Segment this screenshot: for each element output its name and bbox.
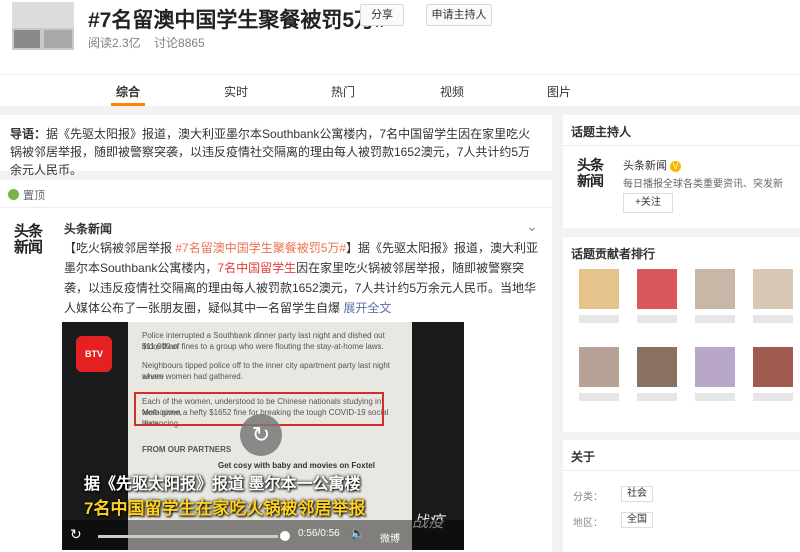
active-tab-indicator <box>111 103 145 106</box>
expand-full-text-link[interactable]: 展开全文 <box>340 301 391 315</box>
post-text: 【吃火锅被邻居举报 #7名留澳中国学生聚餐被罚5万#】据《先驱太阳报》报道，澳大… <box>64 238 544 318</box>
avatar[interactable]: 头条新闻 <box>14 224 54 264</box>
post-text-segment: 【吃火锅被邻居举报 <box>64 241 176 255</box>
topic-thumbnail[interactable] <box>12 2 74 50</box>
progress-bar[interactable] <box>98 535 278 538</box>
article-line: $11,000 of fines to a group who were flo… <box>142 342 384 351</box>
discussion-count: 讨论8865 <box>154 36 205 50</box>
divider <box>0 207 552 208</box>
intro-text: 据《先驱太阳报》报道，澳大利亚墨尔本Southbank公寓楼内，7名中国留学生因… <box>10 127 531 177</box>
contributor-name[interactable] <box>637 393 677 401</box>
chevron-down-icon[interactable]: ⌄ <box>526 218 538 235</box>
host-section-title: 话题主持人 <box>571 125 632 139</box>
follow-button[interactable]: +关注 <box>623 193 673 213</box>
host-name[interactable]: 头条新闻 <box>623 160 667 172</box>
contributor-avatar[interactable] <box>637 269 677 309</box>
divider <box>563 145 800 146</box>
host-description: 每日播报全球各类重要资讯、突发新 <box>623 179 783 190</box>
about-card: 关于 分类： 社会 地区： 全国 <box>563 440 800 552</box>
read-count: 阅读2.3亿 <box>88 36 141 50</box>
divider <box>563 470 800 471</box>
region-tag[interactable]: 全国 <box>621 512 653 528</box>
pin-icon <box>8 189 19 200</box>
progress-knob[interactable] <box>280 531 290 541</box>
intro-prefix: 导语： <box>10 127 47 141</box>
contributor-ranking-card: 话题贡献者排行 <box>563 237 800 432</box>
contributor-avatar[interactable] <box>637 347 677 387</box>
tab-hot[interactable]: 热门 <box>331 83 355 100</box>
tab-images[interactable]: 图片 <box>547 83 571 100</box>
contributor-name[interactable] <box>753 315 793 323</box>
video-subtitle-line1: 据《先驱太阳报》报道 墨尔本一公寓楼 <box>84 476 361 493</box>
btv-logo: BTV <box>76 336 112 372</box>
replay-icon[interactable]: ↻ <box>240 414 282 456</box>
topic-host-card: 话题主持人 头条新闻 头条新闻 V 每日播报全球各类重要资讯、突发新 +关注 <box>563 115 800 228</box>
region-label: 地区： <box>573 518 603 529</box>
category-label: 分类： <box>573 492 603 503</box>
contributor-avatar[interactable] <box>753 347 793 387</box>
volume-icon[interactable]: 🔈 <box>350 526 365 540</box>
verified-icon: V <box>670 161 681 172</box>
contributor-avatar[interactable] <box>753 269 793 309</box>
contributor-name[interactable] <box>753 393 793 401</box>
video-subtitle-line2: 7名中国留学生在家吃火锅被邻居举报 <box>84 499 366 518</box>
tab-realtime[interactable]: 实时 <box>224 83 248 100</box>
host-name-row: 头条新闻 V <box>623 157 681 173</box>
tab-comprehensive[interactable]: 综合 <box>116 83 140 100</box>
topic-intro: 导语：据《先驱太阳报》报道，澳大利亚墨尔本Southbank公寓楼内，7名中国留… <box>0 115 552 177</box>
contributor-avatar[interactable] <box>579 347 619 387</box>
topic-stats: 阅读2.3亿 讨论8865 <box>88 34 215 51</box>
ranking-section-title: 话题贡献者排行 <box>571 247 656 261</box>
topic-tag-link[interactable]: #7名留澳中国学生聚餐被罚5万# <box>175 241 346 255</box>
contributor-name[interactable] <box>695 315 735 323</box>
tab-video[interactable]: 视频 <box>440 83 464 100</box>
apply-host-button[interactable]: 申请主持人 <box>426 4 492 26</box>
pinned-label-row: 置顶 <box>8 187 45 203</box>
replay-small-icon[interactable]: ↻ <box>70 526 82 543</box>
tab-bar: 综合 实时 热门 视频 图片 <box>0 74 800 106</box>
highlight-text: 7名中国留学生 <box>217 261 297 275</box>
avatar-text: 头条新闻 <box>14 223 43 256</box>
contributor-name[interactable] <box>637 315 677 323</box>
contributor-name[interactable] <box>579 315 619 323</box>
category-tag[interactable]: 社会 <box>621 486 653 502</box>
contributor-avatar[interactable] <box>695 347 735 387</box>
contributor-name[interactable] <box>695 393 735 401</box>
article-line: seven women had gathered. <box>142 372 243 381</box>
share-button[interactable]: 分享 <box>360 4 404 26</box>
contributor-avatar[interactable] <box>579 269 619 309</box>
topic-header: #7名留澳中国学生聚餐被罚5万# 阅读2.3亿 讨论8865 分享 申请主持人 <box>0 0 800 74</box>
about-section-title: 关于 <box>571 450 596 464</box>
topic-title: #7名留澳中国学生聚餐被罚5万# <box>88 9 387 32</box>
host-avatar[interactable]: 头条新闻 <box>577 157 613 189</box>
contributor-avatar[interactable] <box>695 269 735 309</box>
pinned-label: 置顶 <box>23 190 45 202</box>
weibo-watermark: 微博 <box>380 534 400 545</box>
video-time: 0:56/0:56 <box>298 528 340 539</box>
post-author[interactable]: 头条新闻 <box>64 220 112 237</box>
contributor-name[interactable] <box>579 393 619 401</box>
